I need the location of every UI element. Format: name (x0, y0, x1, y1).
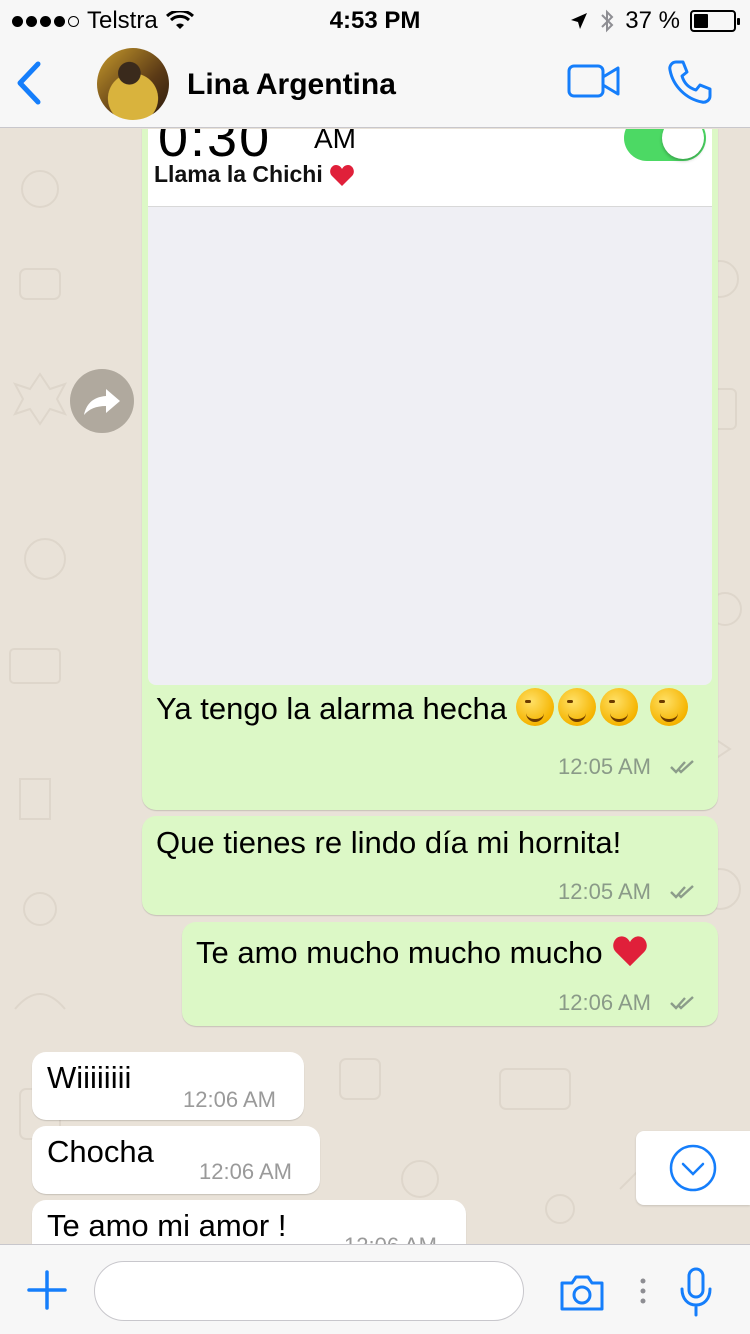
status-bar: Telstra 4:53 PM 37 % (0, 0, 750, 40)
message-time: 12:06 AM (344, 1233, 437, 1244)
message-bubble-image[interactable]: 0:30 AM Llama la Chichi Ya tengo la alar… (142, 129, 718, 810)
scroll-to-bottom-button[interactable] (636, 1131, 750, 1205)
message-text: Chocha (47, 1134, 154, 1169)
wink-emoji-icon (515, 688, 554, 726)
screenshot-alarm-ampm: AM (314, 129, 356, 154)
message-time: 12:05 AM (558, 754, 651, 779)
message-time: 12:06 AM (199, 1159, 292, 1184)
message-text: Te amo mi amor ! (47, 1208, 287, 1243)
screenshot-alarm-toggle (624, 129, 706, 161)
kiss-emoji-icon (650, 688, 689, 726)
message-text: Que tienes re lindo día mi hornita! (156, 825, 622, 860)
chevron-down-icon (669, 1144, 717, 1192)
forward-icon[interactable] (70, 369, 134, 433)
message-bubble[interactable]: Que tienes re lindo día mi hornita! 12:0… (142, 816, 718, 915)
message-bubble-incoming[interactable]: Wiiiiiiii 12:06 AM (32, 1052, 304, 1120)
battery-percent: 37 % (625, 7, 680, 34)
message-text: Wiiiiiiii (47, 1060, 132, 1095)
read-ticks-icon (670, 996, 694, 1010)
message-time: 12:06 AM (183, 1087, 276, 1112)
avatar[interactable] (97, 48, 169, 120)
contact-name[interactable]: Lina Argentina (187, 68, 396, 102)
heart-icon (611, 935, 649, 982)
battery-icon (690, 10, 740, 32)
microphone-icon[interactable] (678, 1267, 714, 1317)
separator-dots-icon (640, 1278, 646, 1304)
plus-icon[interactable] (26, 1269, 68, 1311)
video-camera-icon[interactable] (566, 62, 622, 102)
battery-fill (694, 14, 709, 28)
message-input[interactable] (94, 1261, 524, 1321)
wink-emoji-icon (557, 688, 596, 726)
heart-icon (329, 164, 355, 194)
chevron-left-icon[interactable] (10, 60, 50, 106)
screenshot-alarm-row: 0:30 AM Llama la Chichi (148, 129, 712, 207)
message-time: 12:05 AM (558, 879, 651, 904)
message-text: Ya tengo la alarma hecha (156, 686, 696, 732)
chat-header: Lina Argentina (0, 40, 750, 128)
composer-bar (0, 1244, 750, 1334)
phone-icon[interactable] (666, 58, 714, 106)
shared-screenshot-image[interactable]: 0:30 AM Llama la Chichi (148, 129, 712, 685)
screenshot-alarm-label: Llama la Chichi (154, 161, 355, 194)
location-arrow-icon (571, 13, 588, 29)
message-time: 12:06 AM (558, 990, 651, 1015)
message-text: Te amo mucho mucho mucho (196, 930, 649, 982)
message-bubble-incoming[interactable]: Chocha 12:06 AM (32, 1126, 320, 1194)
wink-emoji-icon (599, 688, 638, 726)
camera-icon[interactable] (558, 1273, 606, 1313)
read-ticks-icon (670, 760, 694, 774)
bluetooth-icon (601, 9, 614, 33)
message-bubble[interactable]: Te amo mucho mucho mucho 12:06 AM (182, 922, 718, 1026)
status-right: 37 % (569, 7, 740, 35)
chat-area[interactable]: 0:30 AM Llama la Chichi Ya tengo la alar… (0, 129, 750, 1244)
message-bubble-incoming[interactable]: Te amo mi amor ! 12:06 AM (32, 1200, 466, 1244)
read-ticks-icon (670, 885, 694, 899)
